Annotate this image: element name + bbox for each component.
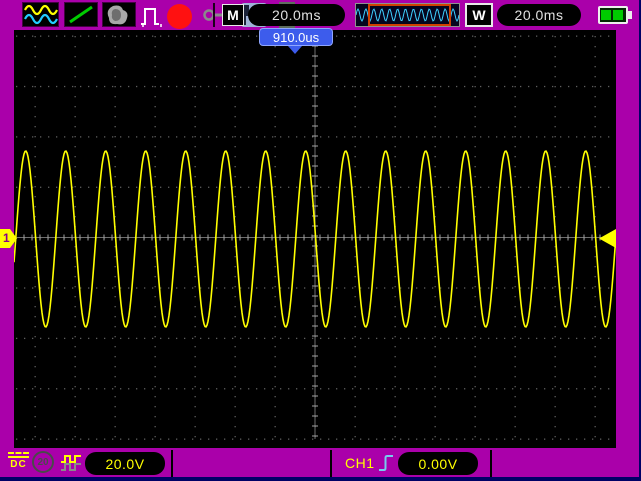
battery-cell (613, 10, 623, 20)
waveform-display[interactable] (13, 30, 617, 448)
record-icon[interactable] (167, 4, 192, 29)
trigger-position-tooltip[interactable]: 910.0us (259, 28, 333, 46)
bandwidth-value: 20 (37, 456, 49, 468)
bandwidth-limit-icon[interactable]: 20 (32, 451, 54, 473)
trigger-rising-edge-icon[interactable] (378, 452, 396, 479)
trigger-source-label: CH1 (345, 455, 375, 471)
trigger-level-readout[interactable]: 0.00V (398, 452, 478, 475)
cursor-line-icon[interactable] (64, 2, 98, 27)
volts-per-div-value: 20.0V (105, 455, 145, 472)
graticule-and-trace (13, 35, 617, 440)
window-timebase-readout[interactable]: 20.0ms (497, 4, 581, 26)
trigger-position-value: 910.0us (272, 29, 320, 45)
waveform-preview[interactable] (355, 3, 460, 27)
main-timebase-value: 20.0ms (272, 7, 321, 23)
main-timebase-letter: M (227, 7, 239, 23)
battery-icon (598, 6, 628, 24)
battery-nub (628, 11, 632, 19)
screenshot-thumbnail-icon[interactable] (102, 2, 136, 27)
bottombar-separator (330, 450, 332, 477)
main-timebase-readout[interactable]: 20.0ms (248, 4, 345, 26)
preview-zoom-window[interactable] (368, 4, 451, 26)
dc-dashed-line (8, 452, 29, 454)
channel1-marker-label: 1 (3, 231, 10, 245)
screen-bottom-edge (0, 477, 641, 481)
coupling-dc-icon[interactable]: DC (8, 452, 29, 470)
window-timebase-value: 20.0ms (514, 7, 564, 23)
coupling-label: DC (10, 459, 27, 470)
trigger-source-value: CH1 (345, 455, 375, 471)
trigger-level-value: 0.00V (418, 455, 458, 472)
oscilloscope-screen: M 20.0ms W 20.0ms 910.0us 1 DC 20 20.0V … (0, 0, 641, 481)
main-timebase-label: M (222, 4, 244, 26)
volts-per-div-readout[interactable]: 20.0V (85, 452, 165, 475)
window-timebase-letter: W (472, 7, 486, 23)
probe-squarewave-icon[interactable] (60, 453, 83, 478)
bottombar-separator (490, 450, 492, 477)
bottombar-separator (171, 450, 173, 477)
pulse-icon[interactable] (139, 3, 167, 33)
trigger-position-pointer-icon (288, 46, 302, 54)
toolbar-separator (213, 3, 215, 27)
dc-solid-line (8, 456, 29, 458)
channel-waveforms-icon[interactable] (22, 2, 59, 27)
window-timebase-label: W (465, 3, 493, 27)
battery-cell (601, 10, 611, 20)
